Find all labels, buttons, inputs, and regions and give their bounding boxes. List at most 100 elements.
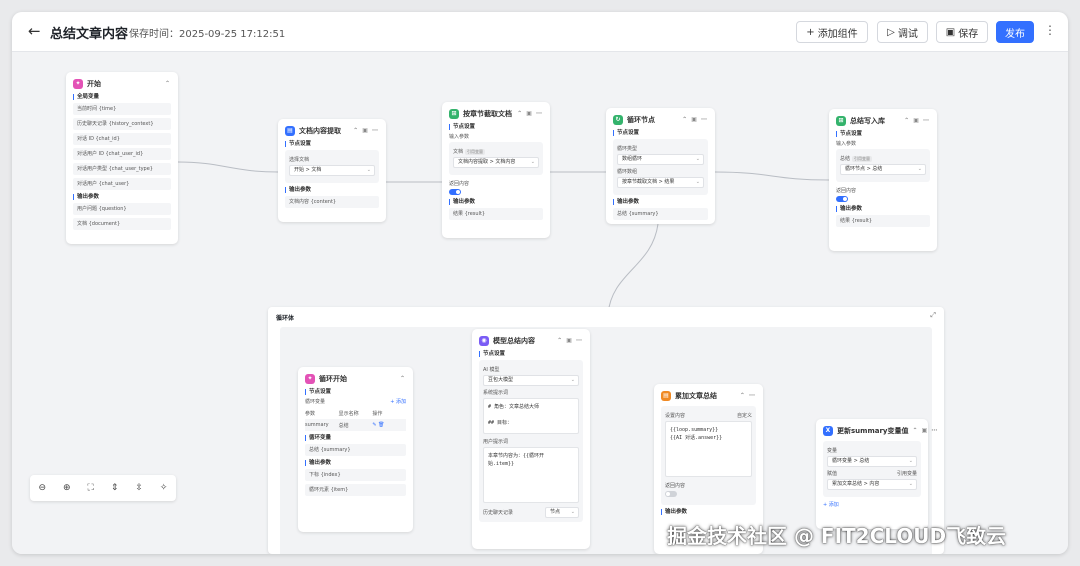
document-icon: ▤: [285, 125, 295, 136]
loop-body-title: 循环体: [276, 315, 295, 322]
reference-tag: 引用变量: [852, 156, 873, 162]
start-node-icon: ✦: [73, 78, 83, 89]
save-button[interactable]: ▣ 保存: [936, 21, 988, 43]
debug-button[interactable]: ▷ 调试: [877, 21, 928, 43]
expand-icon[interactable]: ⤢: [930, 311, 936, 320]
loop-settings-box: 循环类型 数组循环 ⌄ 循环数组 按章节截取文档 > 结果 ⌄: [613, 139, 708, 195]
append-summary-title: 累加文章总结: [675, 391, 717, 400]
beautify-icon[interactable]: ✧: [160, 483, 168, 493]
param-cell: summary: [305, 422, 329, 428]
model-summary-title: 模型总结内容: [493, 336, 535, 345]
chevron-down-icon: ⌄: [570, 377, 575, 383]
model-summary-node[interactable]: ◉ 模型总结内容 ⌃ ▣ ⋯ 节点设置 AI 模型 豆包大模型 ⌄ 系统提示词 # 角…: [472, 329, 590, 549]
node-controls-icon[interactable]: ⌃ ▣ ⋯: [353, 127, 379, 134]
loop-var-section: 循环变量: [305, 435, 406, 441]
global-var: 对话用户类型 {chat_user_type}: [73, 163, 171, 175]
node-controls-icon[interactable]: ⌃ ▣ ⋯: [912, 427, 938, 434]
chapter-extract-node[interactable]: ⊞ 按章节截取文档 ⌃ ▣ ⋯ 节点设置 输入参数 文档 引用变量 文档内容提取 > …: [442, 102, 550, 238]
output-label: 输出参数: [836, 206, 930, 212]
output-var: 文档 {document}: [73, 218, 171, 230]
expand-all-icon[interactable]: ⇳: [135, 483, 143, 493]
node-controls-icon[interactable]: ⌃ ▣ ⋯: [557, 337, 583, 344]
model-settings-box: AI 模型 豆包大模型 ⌄ 系统提示词 # 角色：文章总结大师 ## 目标： 用户…: [479, 360, 583, 522]
doc-value-select[interactable]: 文档内容提取 > 文档内容 ⌄: [453, 157, 539, 168]
add-component-button[interactable]: + 添加组件: [796, 21, 868, 43]
var-select[interactable]: 循环变量 > 总结 ⌄: [827, 456, 917, 467]
assign-select[interactable]: 累加文章总结 > 内容 ⌄: [827, 479, 917, 490]
edge-loop-body: [607, 223, 659, 315]
add-var-button[interactable]: + 添加: [390, 398, 406, 405]
var-value: 循环变量 > 总结: [832, 458, 870, 464]
var-label: 变量: [827, 448, 838, 454]
input-label: 输入参数: [449, 134, 470, 140]
delete-icon[interactable]: 🗑: [378, 422, 384, 428]
output-var: 用户问题 {question}: [73, 203, 171, 215]
return-label: 返回内容: [449, 181, 470, 187]
loop-type-value: 数组循环: [622, 156, 643, 162]
return-label: 返回内容: [836, 188, 857, 194]
set-content-mode[interactable]: 自定义: [737, 412, 752, 419]
assign-mode[interactable]: 引用变量: [897, 470, 917, 477]
loop-vars-label: 循环变量: [305, 399, 326, 405]
collapse-icon[interactable]: ⌃: [165, 80, 171, 87]
start-node-title: 开始: [87, 79, 101, 88]
zoom-in-icon[interactable]: ⊕: [63, 483, 71, 493]
loop-start-node[interactable]: ✦ 循环开始 ⌃ 节点设置 循环变量 + 添加 参数 显示名称 操作 summary…: [298, 367, 413, 532]
update-var-node[interactable]: X 更新summary变量值 ⌃ ▣ ⋯ 变量 循环变量 > 总结 ⌄ 赋值 引用变量…: [816, 419, 937, 529]
more-options-icon[interactable]: ⋮: [1044, 23, 1056, 37]
history-value: 节点: [550, 509, 561, 515]
input-label: 输入参数: [836, 141, 857, 147]
return-toggle[interactable]: [836, 196, 848, 202]
history-select[interactable]: 节点 ⌄: [545, 507, 579, 518]
user-prompt-editor[interactable]: 本章节内容为：{{循环开 始.item}}: [483, 447, 579, 503]
app-window: ← 总结文章内容 保存时间：2025-09-25 17:12:51 + 添加组件 …: [12, 12, 1068, 554]
return-toggle[interactable]: [665, 491, 677, 497]
chevron-down-icon: ⌄: [695, 179, 700, 185]
global-vars-label: 全局变量: [73, 94, 171, 100]
name-cell: 总结: [338, 422, 349, 429]
loop-body-container[interactable]: 循环体 ⤢ ✦ 循环开始 ⌃ 节点设置 循环变量 + 添加 参数 显示名称 操作 s…: [268, 307, 944, 554]
add-assignment-button[interactable]: + 添加: [823, 501, 921, 508]
select-doc-dropdown[interactable]: 开始 > 文档 ⌄: [289, 165, 375, 176]
save-time-label: 保存时间：: [129, 29, 179, 40]
loop-start-icon: ✦: [305, 373, 315, 384]
edit-icon[interactable]: ✎: [372, 422, 376, 428]
publish-button[interactable]: 发布: [996, 21, 1034, 43]
node-controls-icon[interactable]: ⌃ ▣ ⋯: [517, 110, 543, 117]
loop-array-value: 按章节截取文档 > 结果: [622, 179, 675, 185]
output-label: 输出参数: [305, 460, 406, 466]
node-controls-icon[interactable]: ⌃ ▣ ⋯: [904, 117, 930, 124]
return-toggle[interactable]: [449, 189, 461, 195]
output-label: 输出参数: [449, 199, 543, 205]
save-time: 保存时间：2025-09-25 17:12:51: [129, 25, 285, 40]
table-row: summary 总结 ✎ 🗑: [305, 419, 406, 431]
node-controls-icon[interactable]: ⌃ ⋯: [740, 392, 756, 399]
doc-extract-node[interactable]: ▤ 文档内容提取 ⌃ ▣ ⋯ 节点设置 选择文档 开始 > 文档 ⌄ 输出参数 文档内…: [278, 119, 386, 222]
output-var: 下标 {index}: [305, 469, 406, 481]
summary-write-node[interactable]: ⊞ 总结写入库 ⌃ ▣ ⋯ 节点设置 输入参数 总结 引用变量 循环节点 > 总结 ⌄ …: [829, 109, 937, 251]
plus-icon: +: [806, 26, 815, 38]
column-header: 操作: [372, 410, 383, 417]
summary-value-select[interactable]: 循环节点 > 总结 ⌄: [840, 164, 926, 175]
back-arrow-icon[interactable]: ←: [28, 22, 41, 40]
loop-node-title: 循环节点: [627, 115, 655, 124]
loop-node[interactable]: ↻ 循环节点 ⌃ ▣ ⋯ 节点设置 循环类型 数组循环 ⌄ 循环数组 按章节截取文档 …: [606, 108, 715, 224]
loop-array-select[interactable]: 按章节截取文档 > 结果 ⌄: [617, 177, 704, 188]
loop-type-select[interactable]: 数组循环 ⌄: [617, 154, 704, 165]
node-settings-label: 节点设置: [836, 131, 930, 137]
assign-label: 赋值: [827, 471, 838, 477]
collapse-icon[interactable]: ⌃: [400, 375, 406, 382]
update-settings-box: 变量 循环变量 > 总结 ⌄ 赋值 引用变量 累加文章总结 > 内容 ⌄: [823, 441, 921, 497]
fit-view-icon[interactable]: ⛶: [88, 483, 94, 493]
collapse-all-icon[interactable]: ⇕: [111, 483, 119, 493]
node-controls-icon[interactable]: ⌃ ▣ ⋯: [682, 116, 708, 123]
output-var: 文档内容 {content}: [285, 196, 379, 208]
start-node[interactable]: ✦ 开始 ⌃ 全局变量 当前时间 {time} 历史聊天记录 {history_co…: [66, 72, 178, 244]
system-prompt-editor[interactable]: # 角色：文章总结大师 ## 目标：: [483, 398, 579, 434]
node-settings-label: 节点设置: [613, 130, 708, 136]
save-time-value: 2025-09-25 17:12:51: [179, 29, 286, 40]
ai-model-select[interactable]: 豆包大模型 ⌄: [483, 375, 579, 386]
content-editor[interactable]: {{loop.summary}} {{AI 对话.answer}}: [665, 421, 752, 477]
zoom-out-icon[interactable]: ⊖: [38, 483, 46, 493]
doc-extract-title: 文档内容提取: [299, 126, 341, 135]
